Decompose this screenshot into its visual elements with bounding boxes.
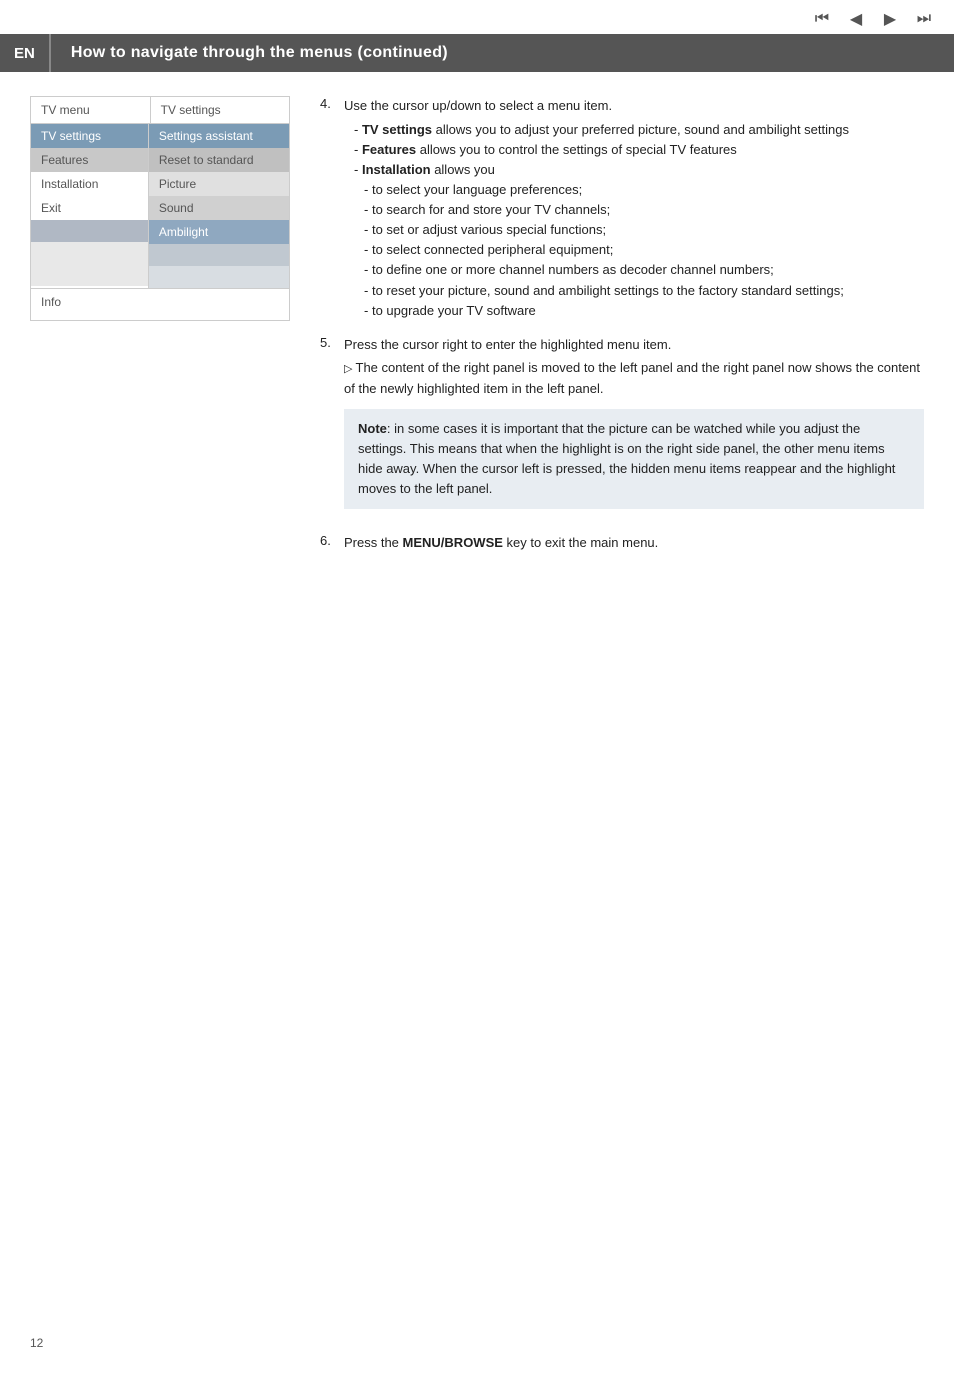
right-content: 4. Use the cursor up/down to select a me… [320, 96, 924, 571]
step-4-intro: Use the cursor up/down to select a menu … [344, 96, 924, 116]
menu-item-exit[interactable]: Exit [31, 196, 148, 220]
step-4-sub-3: Installation allows you [344, 160, 924, 180]
step-4-content: Use the cursor up/down to select a menu … [344, 96, 924, 321]
menu-empty-3 [31, 264, 148, 286]
step-5-number: 5. [320, 335, 338, 519]
note-text: : in some cases it is important that the… [358, 421, 895, 496]
skip-back-icon[interactable]: ⏮ [808, 8, 836, 30]
note-box: Note: in some cases it is important that… [344, 409, 924, 510]
page-title: How to navigate through the menus (conti… [51, 44, 448, 62]
tv-menu-panel: TV menu TV settings TV settings Features… [30, 96, 290, 321]
menu-item-reset[interactable]: Reset to standard [149, 148, 289, 172]
menu-empty-right-1 [149, 244, 289, 266]
step-4-sub-8: to define one or more channel numbers as… [344, 260, 924, 280]
step-4-sub-5: to search for and store your TV channels… [344, 200, 924, 220]
note-label: Note [358, 421, 387, 436]
tv-menu-rows: TV settings Features Installation Exit S… [31, 124, 289, 288]
tv-menu-left-col: TV settings Features Installation Exit [31, 124, 149, 288]
step-5: 5. Press the cursor right to enter the h… [320, 335, 924, 519]
col-title-left: TV menu [31, 97, 150, 123]
tv-menu-info: Info [31, 288, 289, 320]
tv-menu-header: TV menu TV settings [31, 97, 289, 124]
step-6: 6. Press the MENU/BROWSE key to exit the… [320, 533, 924, 557]
menu-empty-2 [31, 242, 148, 264]
step-4-sub-9: to reset your picture, sound and ambilig… [344, 281, 924, 301]
next-icon[interactable]: ▶ [876, 8, 904, 30]
prev-icon[interactable]: ◀ [842, 8, 870, 30]
menu-empty-1 [31, 220, 148, 242]
step-5-sublist: The content of the right panel is moved … [344, 358, 924, 398]
col-title-right: TV settings [150, 97, 289, 123]
skip-forward-icon[interactable]: ⏭ [910, 8, 938, 30]
step-4-sub-7: to select connected peripheral equipment… [344, 240, 924, 260]
top-nav: ⏮ ◀ ▶ ⏭ [0, 0, 954, 34]
header-bar: EN How to navigate through the menus (co… [0, 34, 954, 72]
menu-item-tv-settings[interactable]: TV settings [31, 124, 148, 148]
step-4-sublist: TV settings allows you to adjust your pr… [344, 120, 924, 321]
menu-item-settings-assistant[interactable]: Settings assistant [149, 124, 289, 148]
menu-item-ambilight[interactable]: Ambilight [149, 220, 289, 244]
step-6-content: Press the MENU/BROWSE key to exit the ma… [344, 533, 924, 557]
menu-item-sound[interactable]: Sound [149, 196, 289, 220]
menu-item-picture[interactable]: Picture [149, 172, 289, 196]
step-4-sub-4: to select your language preferences; [344, 180, 924, 200]
step-4: 4. Use the cursor up/down to select a me… [320, 96, 924, 321]
step-4-sub-2: Features allows you to control the setti… [344, 140, 924, 160]
content-area: TV menu TV settings TV settings Features… [0, 96, 954, 571]
step-5-arrow-1: The content of the right panel is moved … [344, 358, 924, 398]
step-4-sub-10: to upgrade your TV software [344, 301, 924, 321]
menu-item-installation[interactable]: Installation [31, 172, 148, 196]
menu-empty-right-2 [149, 266, 289, 288]
step-5-content: Press the cursor right to enter the high… [344, 335, 924, 519]
step-4-sub-6: to set or adjust various special functio… [344, 220, 924, 240]
instruction-list: 4. Use the cursor up/down to select a me… [320, 96, 924, 557]
tv-menu-right-col: Settings assistant Reset to standard Pic… [149, 124, 289, 288]
step-6-text: Press the MENU/BROWSE key to exit the ma… [344, 533, 924, 553]
page-number: 12 [30, 1336, 43, 1350]
lang-badge: EN [0, 34, 51, 72]
step-4-number: 4. [320, 96, 338, 321]
menu-item-features[interactable]: Features [31, 148, 148, 172]
step-5-intro: Press the cursor right to enter the high… [344, 335, 924, 355]
step-6-number: 6. [320, 533, 338, 557]
step-4-sub-1: TV settings allows you to adjust your pr… [344, 120, 924, 140]
